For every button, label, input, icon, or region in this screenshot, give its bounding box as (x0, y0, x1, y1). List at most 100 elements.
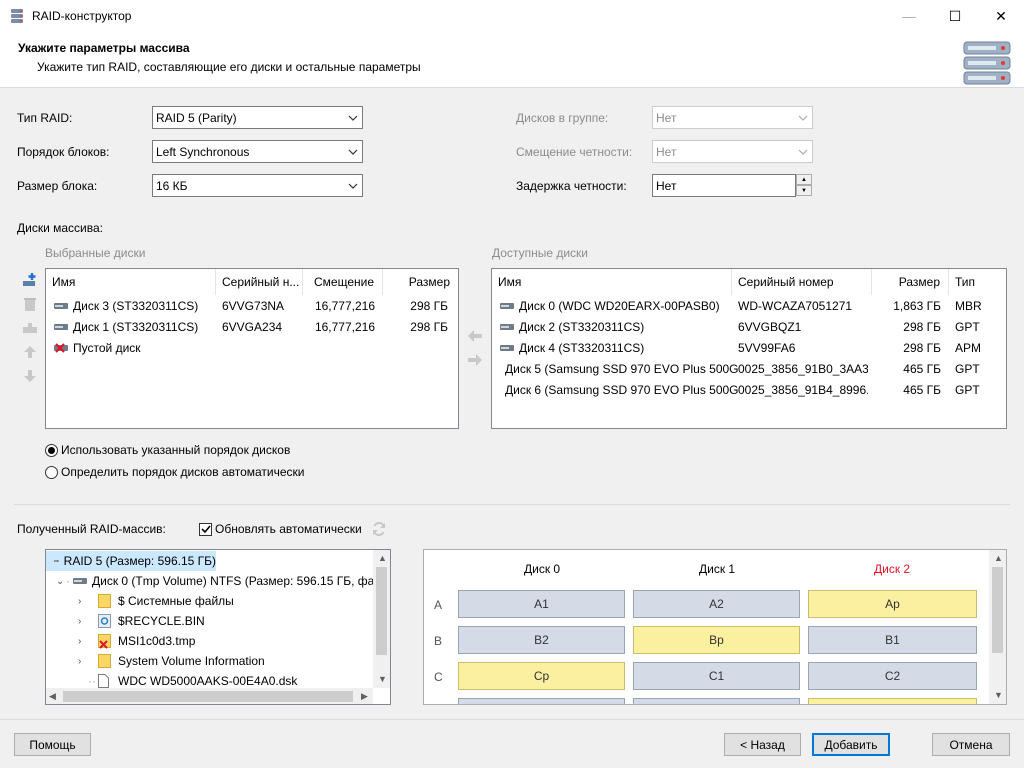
result-array-label: Полученный RAID-массив: (17, 522, 166, 536)
column-header-serial[interactable]: Серийный н... (216, 269, 303, 295)
file-icon (98, 674, 109, 688)
auto-update-checkbox[interactable] (199, 522, 212, 536)
array-disks-label: Диски массива: (17, 221, 103, 235)
help-button[interactable]: Помощь (14, 733, 91, 756)
disk-size: 298 ГБ (410, 319, 448, 334)
chevron-down-icon (798, 115, 808, 121)
raid-tree-view[interactable]: RAID 5 (Размер: 596.15 ГБ) ⌄ · Диск 0 (T… (45, 549, 391, 705)
grid-row-label: B (434, 634, 443, 648)
tree-item-label: $ Системные файлы (118, 594, 234, 608)
block-order-select[interactable]: Left Synchronous (152, 140, 363, 163)
grid-row-label: A (434, 598, 443, 612)
cancel-button[interactable]: Отмена (932, 733, 1010, 756)
tree-item[interactable]: RAID 5 (Размер: 596.15 ГБ) (46, 551, 216, 571)
empty-disk-icon (54, 342, 68, 353)
scroll-right-icon[interactable]: ▶ (361, 691, 368, 702)
list-item[interactable]: Диск 0 (WDC WD20EARX-00PASB0) WD-WCAZA70… (492, 295, 1006, 316)
checkmark-icon (200, 525, 211, 534)
parity-delay-input[interactable]: Нет (652, 174, 796, 197)
expand-icon[interactable]: › (78, 596, 88, 607)
list-item[interactable]: Пустой диск (46, 337, 458, 358)
disk-icon (500, 302, 514, 309)
scrollbar-thumb[interactable] (63, 691, 353, 702)
list-item[interactable]: Диск 4 (ST3320311CS) 5VV99FA6 298 ГБ APM (492, 337, 1006, 358)
tree-item[interactable]: › $ Системные файлы (46, 591, 234, 611)
grid-vertical-scrollbar[interactable]: ▲ ▼ (989, 550, 1006, 704)
disk-serial: WD-WCAZA7051271 (738, 298, 853, 313)
parity-delay-spinner[interactable]: ▲ ▼ (796, 174, 812, 197)
selected-disks-list[interactable]: Имя Серийный н... Смещение Размер Диск 3… (45, 268, 459, 429)
parity-offset-label: Смещение четности: (516, 145, 633, 159)
arrow-right-icon[interactable] (467, 352, 483, 368)
empty-disk-icon[interactable] (22, 320, 38, 336)
disk-offset: 16,777,216 (314, 298, 375, 313)
disk-type: MBR (955, 298, 982, 313)
list-item[interactable]: Диск 6 (Samsung SSD 970 EVO Plus 500GB) … (492, 379, 1006, 400)
tree-item[interactable]: › System Volume Information (46, 651, 265, 671)
tree-item[interactable]: › MSI1c0d3.tmp (46, 631, 195, 651)
parity-block: Cp (458, 662, 625, 690)
tree-vertical-scrollbar[interactable]: ▲ ▼ (373, 550, 390, 688)
scrollbar-thumb[interactable] (992, 567, 1003, 653)
arrow-left-icon[interactable] (467, 328, 483, 344)
column-header-offset[interactable]: Смещение (303, 269, 383, 295)
data-block: A2 (633, 590, 800, 618)
disk-size: 1,863 ГБ (893, 298, 941, 313)
scroll-up-icon[interactable]: ▲ (378, 553, 387, 563)
list-item[interactable]: Диск 5 (Samsung SSD 970 EVO Plus 500GB) … (492, 358, 1006, 379)
collapse-icon[interactable]: ⌄ (56, 576, 66, 587)
scroll-left-icon[interactable]: ◀ (49, 691, 56, 702)
tree-item[interactable]: ⌄ · Диск 0 (Tmp Volume) NTFS (Размер: 59… (46, 571, 390, 591)
disk-serial: 6VVGA234 (222, 319, 283, 334)
add-button[interactable]: Добавить (812, 733, 890, 756)
chevron-down-icon (798, 149, 808, 155)
recycle-bin-icon (98, 614, 111, 628)
add-disk-icon[interactable] (22, 272, 38, 288)
radio-button[interactable] (45, 443, 58, 457)
column-header-name[interactable]: Имя (492, 269, 732, 295)
scrollbar-thumb[interactable] (376, 567, 387, 655)
scroll-down-icon[interactable]: ▼ (994, 690, 1003, 700)
list-item[interactable]: Диск 2 (ST3320311CS) 6VVGBQZ1 298 ГБ GPT (492, 316, 1006, 337)
back-button[interactable]: < Назад (724, 733, 801, 756)
move-up-icon[interactable] (22, 344, 38, 360)
scroll-up-icon[interactable]: ▲ (994, 553, 1003, 563)
disk-serial: 6VVG73NA (222, 298, 285, 313)
column-header-size[interactable]: Размер (383, 269, 458, 295)
available-disks-list[interactable]: Имя Серийный номер Размер Тип Диск 0 (WD… (491, 268, 1007, 429)
delete-icon[interactable] (22, 296, 38, 312)
disks-in-group-label: Дисков в группе: (516, 111, 609, 125)
column-header-name[interactable]: Имя (46, 269, 216, 295)
move-down-icon[interactable] (22, 368, 38, 384)
list-item[interactable]: Диск 1 (ST3320311CS) 6VVGA234 16,777,216… (46, 316, 458, 337)
column-header-serial[interactable]: Серийный номер (732, 269, 872, 295)
column-header-size[interactable]: Размер (872, 269, 949, 295)
disk-type: GPT (955, 319, 980, 334)
disk-type: APM (955, 340, 982, 355)
column-header-type[interactable]: Тип (949, 269, 1006, 295)
use-specified-order-option[interactable]: Использовать указанный порядок дисков (45, 443, 290, 457)
data-block: B1 (808, 626, 977, 654)
spin-down-icon[interactable]: ▼ (796, 185, 812, 196)
tree-horizontal-scrollbar[interactable]: ◀ ▶ (46, 688, 373, 704)
expand-icon[interactable]: › (78, 656, 88, 667)
refresh-icon[interactable] (371, 521, 387, 537)
disk-name: Диск 0 (WDC WD20EARX-00PASB0) (519, 298, 720, 313)
tree-item[interactable]: › $RECYCLE.BIN (46, 611, 205, 631)
expand-icon[interactable]: › (78, 636, 88, 647)
auto-detect-order-option[interactable]: Определить порядок дисков автоматически (45, 465, 304, 479)
maximize-button[interactable]: ☐ (932, 0, 978, 32)
block-size-select[interactable]: 16 КБ (152, 174, 363, 197)
minimize-button[interactable]: — (886, 0, 932, 32)
scroll-down-icon[interactable]: ▼ (378, 674, 387, 684)
close-button[interactable]: ✕ (978, 0, 1024, 32)
auto-update-option[interactable]: Обновлять автоматически (199, 522, 362, 536)
chevron-down-icon (348, 149, 358, 155)
expand-icon[interactable]: › (78, 616, 88, 627)
grid-column-header-missing: Диск 2 (874, 562, 911, 576)
radio-button[interactable] (45, 465, 58, 479)
list-item[interactable]: Диск 3 (ST3320311CS) 6VVG73NA 16,777,216… (46, 295, 458, 316)
raid-type-select[interactable]: RAID 5 (Parity) (152, 106, 363, 129)
spin-up-icon[interactable]: ▲ (796, 174, 812, 185)
raid-app-icon (11, 9, 23, 23)
